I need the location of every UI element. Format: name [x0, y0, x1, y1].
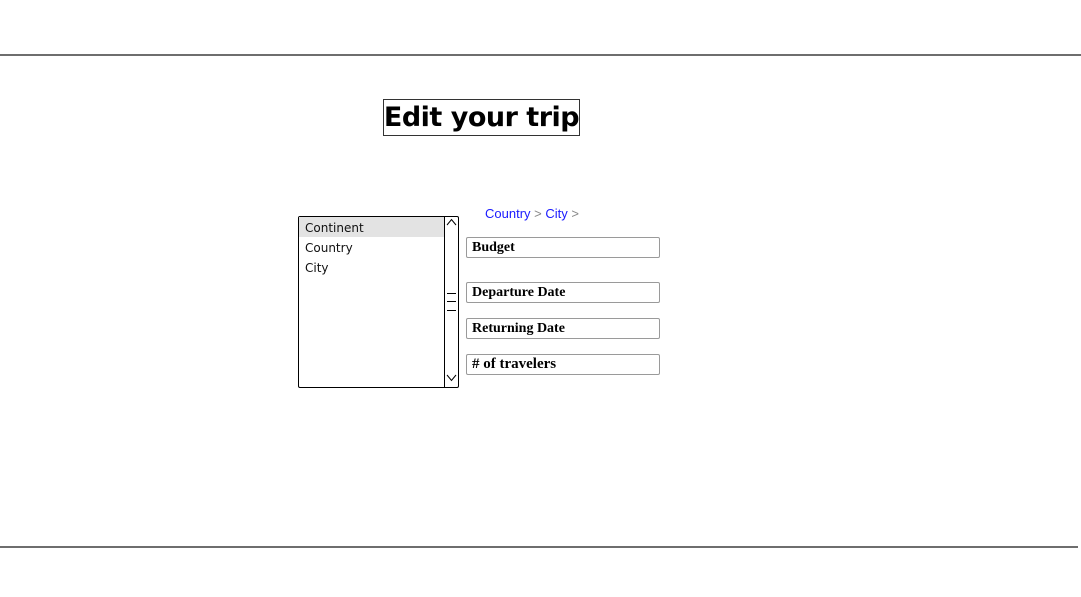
breadcrumb: Country > City > [485, 206, 579, 221]
chevron-up-icon[interactable] [445, 218, 458, 230]
listbox-items: Continent Country City [299, 217, 444, 387]
list-item-country[interactable]: Country [299, 237, 444, 257]
breadcrumb-link-city[interactable]: City [545, 206, 567, 221]
top-divider [0, 54, 1081, 56]
scrollbar-thumb[interactable] [446, 291, 457, 313]
breadcrumb-separator: > [571, 206, 579, 221]
page-title: Edit your trip [383, 102, 580, 133]
bottom-divider [0, 546, 1078, 548]
travelers-count-field[interactable] [466, 354, 660, 375]
breadcrumb-separator: > [534, 206, 542, 221]
listbox-scrollbar[interactable] [444, 217, 458, 387]
location-type-listbox[interactable]: Continent Country City [298, 216, 459, 388]
breadcrumb-link-country[interactable]: Country [485, 206, 531, 221]
budget-field[interactable] [466, 237, 660, 258]
departure-date-field[interactable] [466, 282, 660, 303]
list-item-continent[interactable]: Continent [299, 217, 444, 237]
returning-date-field[interactable] [466, 318, 660, 339]
list-item-city[interactable]: City [299, 257, 444, 277]
page-title-box: Edit your trip [383, 99, 580, 136]
chevron-down-icon[interactable] [445, 374, 458, 386]
